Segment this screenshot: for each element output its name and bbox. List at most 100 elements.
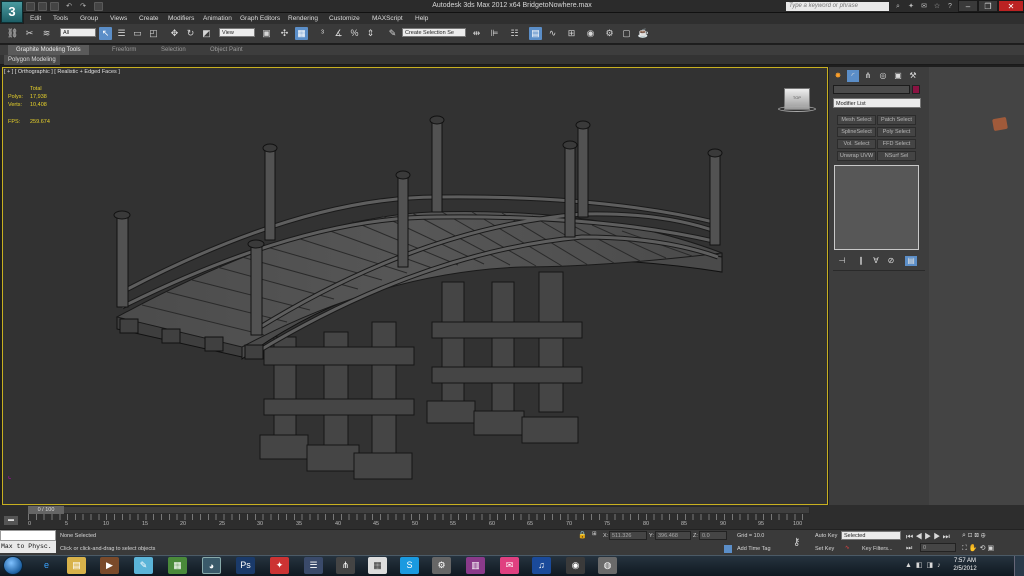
maxscript-listener-input[interactable] [0, 530, 56, 541]
favorites-icon[interactable]: ☆ [932, 2, 942, 11]
x-coordinate-field[interactable]: 511.326 [609, 531, 647, 540]
named-selection-dropdown[interactable]: Create Selection Se [402, 28, 466, 37]
help-icon[interactable]: ? [945, 2, 955, 11]
viewport-nav-bottom[interactable]: ⛶✋⟲▣ [962, 544, 996, 553]
viewport-nav-top[interactable]: ⌕⊡⊠⊕ [962, 532, 987, 540]
modify-tab-icon[interactable]: ◜ [847, 70, 859, 82]
mirror-icon[interactable]: ⇹ [470, 27, 483, 40]
show-desktop-button[interactable] [1014, 556, 1024, 576]
polygon-modeling-panel[interactable]: Polygon Modeling [4, 55, 60, 65]
utilities-tab-icon[interactable]: ⚒ [907, 70, 919, 82]
spinner-snap-icon[interactable]: ⇕ [364, 27, 377, 40]
menu-graph-editors[interactable]: Graph Editors [240, 13, 280, 24]
select-object-icon[interactable]: ↖ [99, 27, 112, 40]
ffd-select-button[interactable]: FFD Select [877, 139, 916, 149]
start-button[interactable] [3, 556, 23, 575]
unwrap-uvw-button[interactable]: Unwrap UVW [837, 151, 876, 161]
menu-customize[interactable]: Customize [329, 13, 360, 24]
align-icon[interactable]: ⊫ [488, 27, 501, 40]
display-tab-icon[interactable]: ▣ [892, 70, 904, 82]
graphite-ribbon-icon[interactable]: ▤ [529, 27, 542, 40]
track-bar-ruler[interactable] [28, 514, 810, 520]
menu-edit[interactable]: Edit [30, 13, 41, 24]
select-by-name-icon[interactable]: ☰ [115, 27, 128, 40]
vpn-app-icon[interactable]: ☰ [304, 557, 323, 574]
set-key-button[interactable]: Set Key [815, 546, 834, 552]
edit-named-selection-icon[interactable]: ✎ [386, 27, 399, 40]
schematic-view-icon[interactable]: ⊞ [565, 27, 578, 40]
create-tab-icon[interactable]: ✸ [832, 70, 844, 82]
selection-lock-icon[interactable]: 🔒 [578, 531, 587, 539]
app-logo-button[interactable]: 3 [1, 1, 23, 23]
settings-app-icon[interactable]: ⚙ [432, 557, 451, 574]
menu-views[interactable]: Views [110, 13, 127, 24]
menu-animation[interactable]: Animation [203, 13, 232, 24]
show-end-result-icon[interactable]: ∥ [855, 256, 867, 266]
bind-space-warp-icon[interactable]: ≋ [40, 27, 53, 40]
notes-app-icon[interactable]: ✎ [134, 557, 153, 574]
keyboard-shortcut-toggle-icon[interactable]: ▦ [295, 27, 308, 40]
selection-filter-dropdown[interactable]: All [60, 28, 96, 37]
subscription-icon[interactable]: ✦ [906, 2, 916, 11]
skype-icon[interactable]: S [400, 557, 419, 574]
remove-modifier-icon[interactable]: ⊘ [885, 256, 897, 266]
playback-controls[interactable]: ⏮◀▶▶⏭ [906, 532, 952, 542]
configure-modifier-sets-icon[interactable]: ▤ [905, 256, 917, 266]
select-and-rotate-icon[interactable]: ↻ [184, 27, 197, 40]
reference-coord-dropdown[interactable]: View [219, 28, 255, 37]
communication-icon[interactable]: ✉ [919, 2, 929, 11]
modifier-list-dropdown[interactable]: Modifier List [833, 98, 921, 108]
menu-tools[interactable]: Tools [53, 13, 68, 24]
time-slider[interactable]: 0 / 100 [28, 506, 64, 514]
search-icon[interactable]: ⌕ [893, 2, 903, 11]
poly-select-button[interactable]: Poly Select [877, 127, 916, 137]
menu-help[interactable]: Help [415, 13, 428, 24]
itunes-icon[interactable]: ♫ [532, 557, 551, 574]
spline-select-button[interactable]: SplineSelect [837, 127, 876, 137]
select-and-link-icon[interactable]: ⛓ [6, 27, 19, 40]
render-setup-icon[interactable]: ⚙ [603, 27, 616, 40]
vol-select-button[interactable]: Vol. Select [837, 139, 876, 149]
menu-maxscript[interactable]: MAXScript [372, 13, 403, 24]
restore-button[interactable]: ❐ [978, 0, 998, 12]
mini-curve-editor-icon[interactable]: ▬ [4, 516, 18, 525]
key-mode-dropdown[interactable]: Selected [841, 531, 901, 540]
viewcube-ring[interactable] [778, 106, 816, 112]
patch-select-button[interactable]: Patch Select [877, 115, 916, 125]
select-and-move-icon[interactable]: ✥ [168, 27, 181, 40]
photoshop-icon[interactable]: Ps [236, 557, 255, 574]
hierarchy-tab-icon[interactable]: ⋔ [862, 70, 874, 82]
layer-manager-icon[interactable]: ☷ [508, 27, 521, 40]
nsurf-sel-button[interactable]: NSurf Sel [877, 151, 916, 161]
manipulate-icon[interactable]: ✣ [278, 27, 291, 40]
object-color-swatch[interactable] [912, 85, 920, 94]
3ds-max-taskbar-icon[interactable]: ◕ [202, 557, 221, 574]
tab-graphite-modeling-tools[interactable]: Graphite Modeling Tools [8, 45, 89, 55]
auto-key-button[interactable]: Auto Key [815, 533, 837, 539]
tab-object-paint[interactable]: Object Paint [202, 45, 251, 55]
key-mode-toggle-icon[interactable]: ⏭ [906, 545, 912, 553]
pin-stack-icon[interactable]: ⊣ [836, 256, 848, 266]
bridge-model[interactable] [2, 67, 828, 505]
object-name-field[interactable] [833, 85, 910, 94]
maxscript-mini-listener[interactable]: Max to Physc. [0, 541, 56, 553]
browser-app-icon[interactable]: ◍ [598, 557, 617, 574]
key-filters-button[interactable]: Key Filters... [862, 546, 893, 552]
angle-snap-icon[interactable]: ∡ [332, 27, 345, 40]
menu-rendering[interactable]: Rendering [288, 13, 318, 24]
menu-modifiers[interactable]: Modifiers [168, 13, 194, 24]
internet-explorer-icon[interactable]: e [37, 557, 56, 574]
key-icon[interactable]: ⚷ [793, 537, 800, 548]
tab-freeform[interactable]: Freeform [104, 45, 144, 55]
time-tag-icon[interactable] [724, 545, 732, 553]
calculator-icon[interactable]: ▦ [368, 557, 387, 574]
curve-editor-icon[interactable]: ∿ [546, 27, 559, 40]
current-frame-field[interactable]: 0 [920, 543, 956, 552]
unlink-icon[interactable]: ✂ [23, 27, 36, 40]
window-crossing-icon[interactable]: ◰ [147, 27, 160, 40]
pivot-center-icon[interactable]: ▣ [260, 27, 273, 40]
material-editor-icon[interactable]: ◉ [584, 27, 597, 40]
minecraft-icon[interactable]: ▦ [168, 557, 187, 574]
system-tray-icons[interactable]: ▲◧◨♪ [905, 561, 945, 569]
y-coordinate-field[interactable]: 396.468 [655, 531, 691, 540]
